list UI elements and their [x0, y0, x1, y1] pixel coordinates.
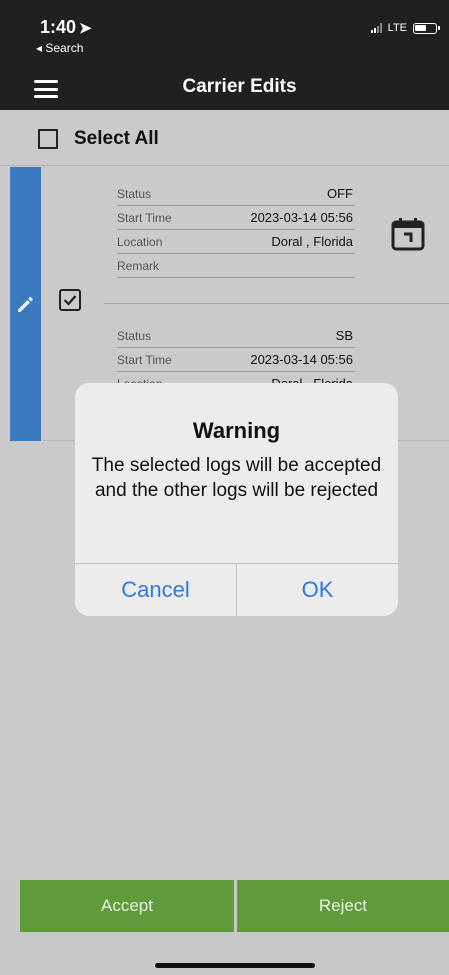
log-row: Remark — [117, 254, 355, 278]
log-row: Status SB — [117, 324, 355, 348]
log-separator — [104, 303, 449, 304]
clock-text: 1:40 — [40, 17, 77, 37]
status-time: 1:40 ➤ — [40, 17, 92, 38]
log-field-label: Start Time — [117, 353, 172, 367]
location-arrow-icon: ➤ — [79, 20, 92, 37]
signal-strength-icon — [370, 23, 382, 33]
warning-dialog: Warning The selected logs will be accept… — [75, 383, 398, 616]
cancel-button[interactable]: Cancel — [75, 564, 236, 616]
status-indicators: LTE — [370, 22, 440, 34]
log-field-label: Remark — [117, 259, 160, 273]
log-field-label: Status — [117, 187, 152, 201]
log-field-value: SB — [335, 328, 353, 343]
log-field-value: Doral , Florida — [271, 234, 353, 249]
select-all-label: Select All — [74, 128, 159, 149]
checkmark-icon — [63, 295, 77, 306]
log-field-label: Location — [117, 235, 163, 249]
ok-button[interactable]: OK — [236, 564, 398, 616]
log-field-value: 2023-03-14 05:56 — [250, 352, 353, 367]
pencil-icon — [18, 296, 33, 312]
log-field-label: Status — [117, 329, 152, 343]
log-field-value: OFF — [327, 186, 353, 201]
log-row: Location Doral , Florida — [117, 230, 355, 254]
log-row: Start Time 2023-03-14 05:56 — [117, 348, 355, 372]
dialog-message: The selected logs will be accepted and t… — [91, 455, 382, 501]
page-title: Carrier Edits — [182, 76, 297, 97]
dialog-actions: Cancel OK — [75, 563, 398, 616]
back-to-search-link[interactable]: ◂ Search — [36, 41, 83, 55]
network-type: LTE — [387, 22, 407, 34]
calendar-icon[interactable] — [389, 215, 427, 253]
dialog-title: Warning — [192, 418, 281, 443]
select-all-checkbox[interactable] — [38, 129, 58, 149]
divider — [0, 165, 449, 166]
select-all-row[interactable]: Select All — [38, 128, 159, 150]
log-field-label: Start Time — [117, 211, 172, 225]
log-row: Status OFF — [117, 182, 355, 206]
accept-button[interactable]: Accept — [20, 880, 234, 932]
log-row: Start Time 2023-03-14 05:56 — [117, 206, 355, 230]
log-checkbox[interactable] — [59, 289, 81, 311]
home-indicator — [155, 963, 315, 968]
reject-button[interactable]: Reject — [237, 880, 449, 932]
log-field-value: 2023-03-14 05:56 — [250, 210, 353, 225]
battery-icon — [413, 22, 440, 34]
edit-strip[interactable] — [10, 167, 41, 441]
top-bar: 1:40 ➤ ◂ Search LTE Carrier Edits — [0, 0, 449, 110]
